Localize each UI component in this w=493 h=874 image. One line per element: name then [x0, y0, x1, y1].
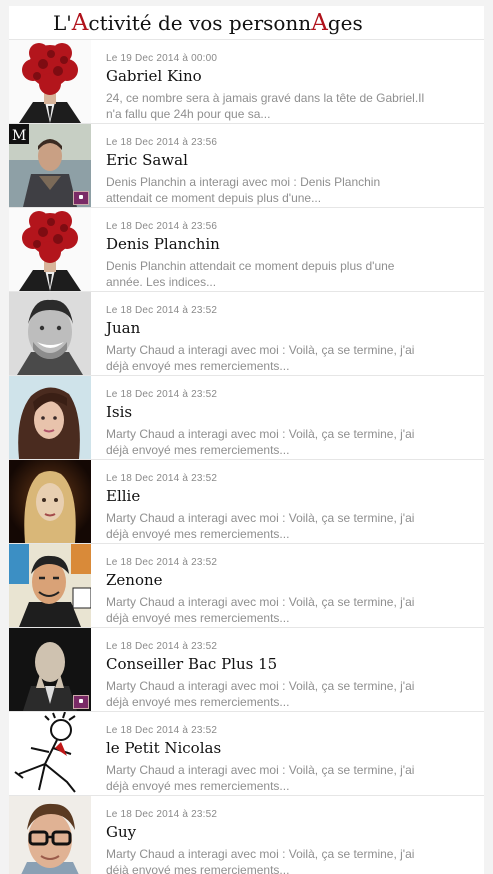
- blonde-painting-avatar[interactable]: [9, 460, 91, 543]
- title-part-1: A: [71, 10, 89, 36]
- activity-snippet[interactable]: Denis Planchin attendait ce moment depui…: [106, 258, 426, 290]
- activity-item[interactable]: Le 18 Dec 2014 à 23:52 Ellie Marty Chaud…: [9, 460, 484, 544]
- activity-date: Le 19 Dec 2014 à 00:00: [106, 53, 218, 64]
- activity-content: Le 18 Dec 2014 à 23:52 Ellie Marty Chaud…: [106, 472, 478, 542]
- man-in-jacket-avatar[interactable]: M: [9, 124, 91, 207]
- activity-item[interactable]: Le 18 Dec 2014 à 23:52 Conseiller Bac Pl…: [9, 628, 484, 712]
- activity-date: Le 18 Dec 2014 à 23:52: [106, 725, 218, 736]
- svg-text:M: M: [12, 128, 26, 144]
- character-name[interactable]: Eric Sawal: [106, 150, 478, 170]
- egg-head-avatar[interactable]: [9, 628, 91, 711]
- character-name[interactable]: Ellie: [106, 486, 478, 506]
- activity-item[interactable]: Le 18 Dec 2014 à 23:52 Guy Marty Chaud a…: [9, 796, 484, 874]
- activity-date: Le 18 Dec 2014 à 23:56: [106, 221, 218, 232]
- character-name[interactable]: Gabriel Kino: [106, 66, 478, 86]
- title-part-3: A: [311, 10, 328, 36]
- activity-item[interactable]: Le 18 Dec 2014 à 23:56 Denis Planchin De…: [9, 208, 484, 292]
- activity-snippet[interactable]: Marty Chaud a interagi avec moi : Voilà,…: [106, 510, 426, 542]
- character-name[interactable]: le Petit Nicolas: [106, 738, 478, 758]
- activity-content: Le 18 Dec 2014 à 23:52 Juan Marty Chaud …: [106, 304, 478, 374]
- character-name[interactable]: Conseiller Bac Plus 15: [106, 654, 478, 674]
- character-name[interactable]: Isis: [106, 402, 478, 422]
- activity-item[interactable]: Le 18 Dec 2014 à 23:52 Isis Marty Chaud …: [9, 376, 484, 460]
- activity-snippet[interactable]: Marty Chaud a interagi avec moi : Voilà,…: [106, 678, 426, 710]
- activity-date: Le 18 Dec 2014 à 23:52: [106, 473, 218, 484]
- character-name[interactable]: Guy: [106, 822, 478, 842]
- comic-man-avatar[interactable]: [9, 544, 91, 627]
- activity-content: Le 19 Dec 2014 à 00:00 Gabriel Kino 24, …: [106, 52, 478, 122]
- activity-content: Le 18 Dec 2014 à 23:52 Conseiller Bac Pl…: [106, 640, 478, 710]
- activity-item[interactable]: Le 18 Dec 2014 à 23:52 Zenone Marty Chau…: [9, 544, 484, 628]
- camera-badge-icon: [73, 695, 89, 709]
- activity-snippet[interactable]: Marty Chaud a interagi avec moi : Voilà,…: [106, 846, 426, 874]
- activity-content: Le 18 Dec 2014 à 23:52 Zenone Marty Chau…: [106, 556, 478, 626]
- title-part-2: ctivité de vos personn: [88, 11, 312, 35]
- activity-content: Le 18 Dec 2014 à 23:52 Guy Marty Chaud a…: [106, 808, 478, 874]
- activity-snippet[interactable]: Marty Chaud a interagi avec moi : Voilà,…: [106, 426, 426, 458]
- activity-content: Le 18 Dec 2014 à 23:52 le Petit Nicolas …: [106, 724, 478, 794]
- title-part-4: ges: [327, 11, 363, 35]
- activity-content: Le 18 Dec 2014 à 23:56 Eric Sawal Denis …: [106, 136, 478, 206]
- panel-title: L'Activité de vos personnAges: [9, 6, 484, 40]
- activity-date: Le 18 Dec 2014 à 23:52: [106, 809, 218, 820]
- rose-head-avatar[interactable]: [9, 208, 91, 291]
- glasses-man-avatar[interactable]: [9, 796, 91, 874]
- activity-item[interactable]: Le 18 Dec 2014 à 23:52 le Petit Nicolas …: [9, 712, 484, 796]
- title-part-0: L': [53, 11, 72, 35]
- character-name[interactable]: Zenone: [106, 570, 478, 590]
- rose-head-avatar[interactable]: [9, 40, 91, 123]
- activity-date: Le 18 Dec 2014 à 23:56: [106, 137, 218, 148]
- activity-snippet[interactable]: Marty Chaud a interagi avec moi : Voilà,…: [106, 762, 426, 794]
- activity-content: Le 18 Dec 2014 à 23:56 Denis Planchin De…: [106, 220, 478, 290]
- character-name[interactable]: Denis Planchin: [106, 234, 478, 254]
- camera-badge-icon: [73, 191, 89, 205]
- character-name[interactable]: Juan: [106, 318, 478, 338]
- activity-snippet[interactable]: 24, ce nombre sera à jamais gravé dans l…: [106, 90, 426, 122]
- cartoon-boy-avatar[interactable]: [9, 712, 91, 795]
- activity-panel: L'Activité de vos personnAges Le 19 Dec …: [9, 6, 484, 874]
- activity-snippet[interactable]: Denis Planchin a interagi avec moi : Den…: [106, 174, 426, 206]
- activity-date: Le 18 Dec 2014 à 23:52: [106, 305, 218, 316]
- activity-item[interactable]: M Le 18 Dec 2014 à 23:56 Eric Sawal Deni…: [9, 124, 484, 208]
- activity-item[interactable]: Le 18 Dec 2014 à 23:52 Juan Marty Chaud …: [9, 292, 484, 376]
- activity-list: Le 19 Dec 2014 à 00:00 Gabriel Kino 24, …: [9, 40, 484, 874]
- smiling-man-avatar[interactable]: [9, 292, 91, 375]
- activity-snippet[interactable]: Marty Chaud a interagi avec moi : Voilà,…: [106, 342, 426, 374]
- activity-item[interactable]: Le 19 Dec 2014 à 00:00 Gabriel Kino 24, …: [9, 40, 484, 124]
- woman-portrait-avatar[interactable]: [9, 376, 91, 459]
- activity-snippet[interactable]: Marty Chaud a interagi avec moi : Voilà,…: [106, 594, 426, 626]
- activity-date: Le 18 Dec 2014 à 23:52: [106, 557, 218, 568]
- activity-date: Le 18 Dec 2014 à 23:52: [106, 641, 218, 652]
- activity-date: Le 18 Dec 2014 à 23:52: [106, 389, 218, 400]
- activity-content: Le 18 Dec 2014 à 23:52 Isis Marty Chaud …: [106, 388, 478, 458]
